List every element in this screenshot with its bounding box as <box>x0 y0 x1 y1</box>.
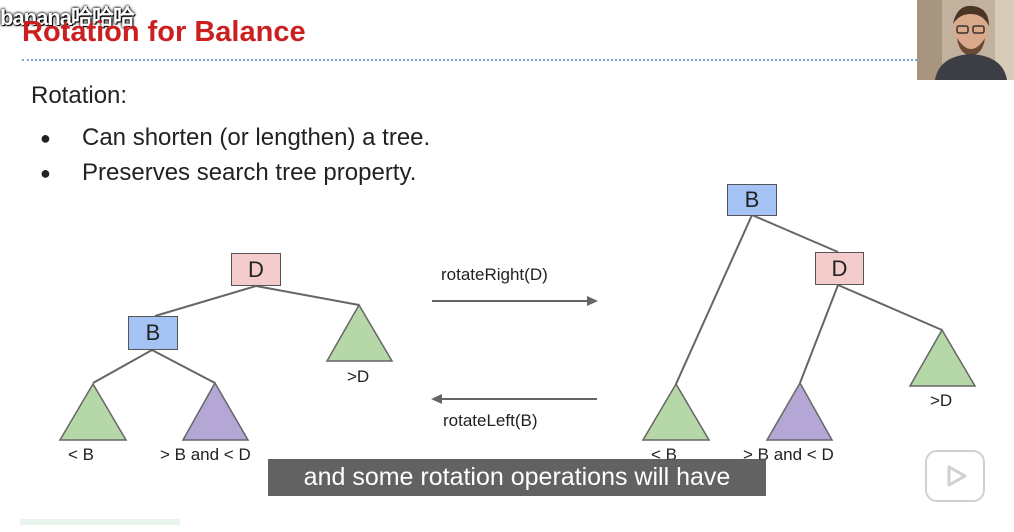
subtree-less-b-left <box>58 382 128 441</box>
edge-d-gtd-left <box>255 285 360 306</box>
subtree-greater-d-right <box>908 328 977 387</box>
edge-b-ltb-left <box>92 349 153 384</box>
subtree-between-right <box>765 381 834 441</box>
node-d-right: D <box>815 252 864 285</box>
rotate-right-arrowhead <box>587 296 598 306</box>
edge-b-between-left <box>151 349 216 384</box>
node-b-left: B <box>128 316 178 350</box>
label-greater-d-right: >D <box>930 391 953 410</box>
label-less-b-left: < B <box>68 445 94 464</box>
progress-hint <box>20 519 180 525</box>
node-d-left: D <box>231 253 281 286</box>
label-between-left: > B and < D <box>160 445 251 464</box>
subtree-between-left <box>181 381 250 441</box>
play-icon <box>947 465 967 487</box>
rotate-right-label: rotateRight(D) <box>441 265 548 284</box>
edge-d-b-left <box>154 285 257 317</box>
edge-b-d-right <box>751 214 839 253</box>
play-button[interactable] <box>925 450 985 502</box>
node-b-right: B <box>727 184 777 216</box>
subtree-greater-d-left <box>325 303 394 362</box>
video-subtitle: and some rotation operations will have <box>268 459 766 496</box>
edge-d-between-right <box>799 284 839 384</box>
subtree-less-b-right <box>641 382 711 441</box>
edge-b-ltb-right <box>675 214 753 385</box>
rotate-left-arrowhead <box>431 394 442 404</box>
label-greater-d-left: >D <box>347 367 370 386</box>
rotate-left-label: rotateLeft(B) <box>443 411 538 430</box>
edge-d-gtd-right <box>837 284 943 331</box>
